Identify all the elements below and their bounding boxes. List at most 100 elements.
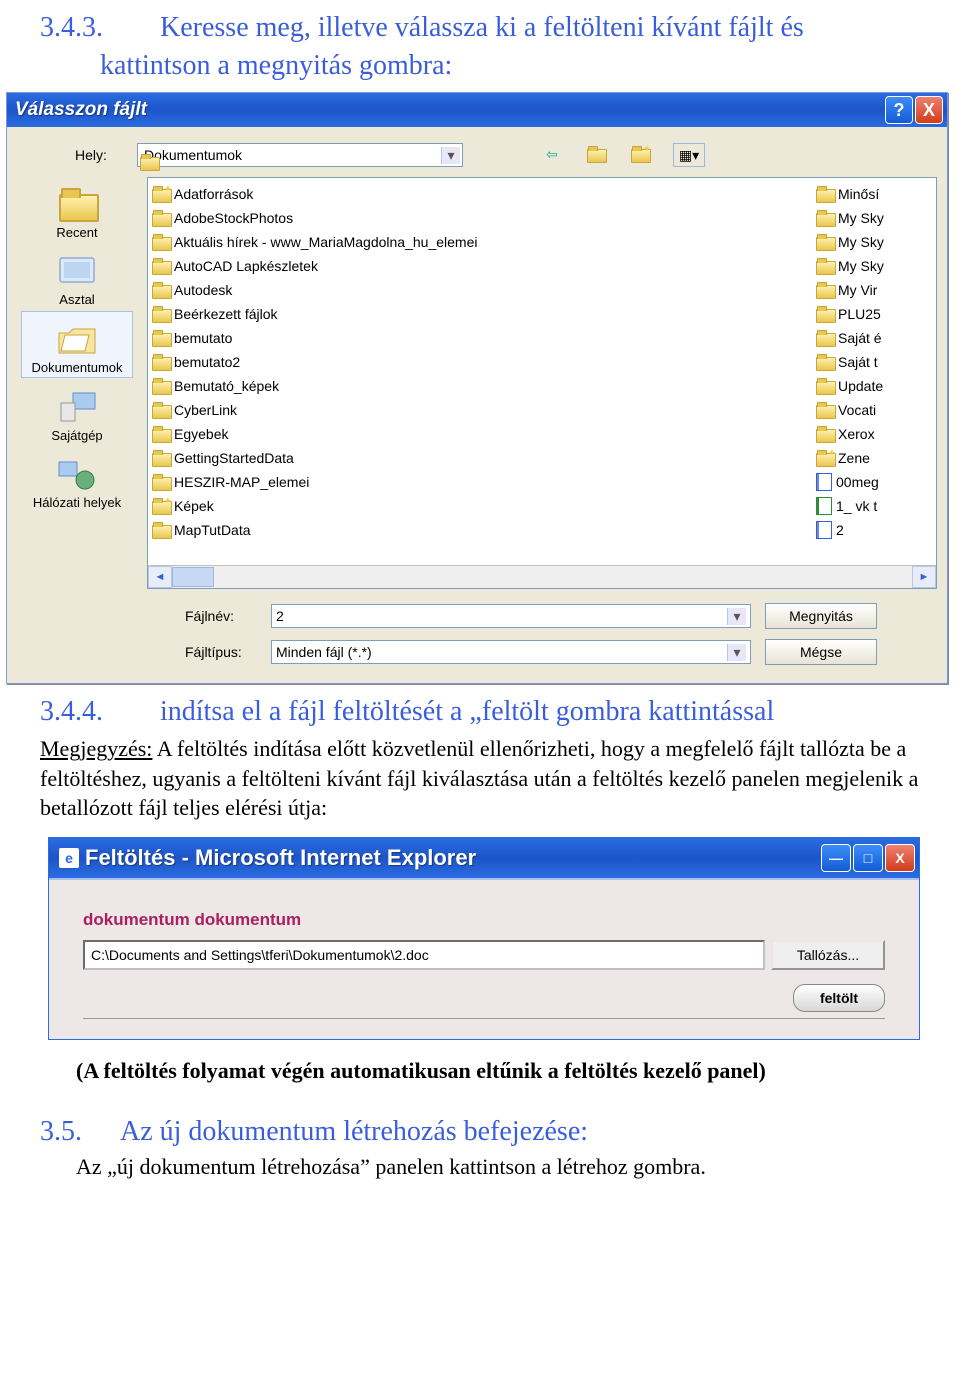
file-item[interactable]: ✦Adatforrások [150,182,810,206]
file-item[interactable]: bemutato2 [150,350,810,374]
file-name: CyberLink [174,402,237,418]
file-name: Egyebek [174,426,228,442]
file-item[interactable]: MapTutData [150,518,810,542]
new-folder-icon[interactable]: ✦ [629,143,651,165]
close-button[interactable]: X [915,96,943,124]
chevron-down-icon[interactable]: ▾ [727,644,746,661]
step-number: 3.5. [40,1116,120,1148]
folder-icon [816,379,834,393]
file-name: Bemutató_képek [174,378,279,394]
file-item[interactable]: 2 [814,518,934,542]
dialog-titlebar[interactable]: Válasszon fájlt ? X [7,93,947,127]
file-path-input[interactable]: C:\Documents and Settings\tferi\Dokument… [83,940,765,970]
place-recent[interactable]: Recent [22,177,132,242]
file-name: My Vir [838,282,877,298]
file-name: Vocati [838,402,876,418]
back-icon[interactable]: ⇦ [541,143,563,165]
file-item[interactable]: Update [814,374,934,398]
place-computer[interactable]: Sajátgép [22,380,132,445]
file-item[interactable]: Saját t [814,350,934,374]
file-name: Beérkezett fájlok [174,306,278,322]
ie-titlebar[interactable]: e Feltöltés - Microsoft Internet Explore… [49,838,919,878]
scroll-right-icon[interactable]: ► [912,566,936,588]
file-name: 2 [836,522,844,538]
folder-icon [816,355,834,369]
file-item[interactable]: My Sky [814,254,934,278]
file-name: Update [838,378,883,394]
file-item[interactable]: Bemutató_képek [150,374,810,398]
file-item[interactable]: Vocati [814,398,934,422]
up-one-level-icon[interactable] [585,143,607,165]
folder-icon [152,523,170,537]
step-3-4-4: 3.4.4. indítsa el a fájl feltöltését a „… [0,684,960,831]
folder-icon [816,427,834,441]
maximize-button[interactable]: □ [853,844,883,872]
file-item[interactable]: AutoCAD Lapkészletek [150,254,810,278]
minimize-button[interactable]: — [821,844,851,872]
help-button[interactable]: ? [885,96,913,124]
scroll-thumb[interactable] [172,567,214,587]
panel-title: dokumentum dokumentum [83,910,885,930]
upload-button[interactable]: feltölt [793,984,885,1012]
file-item[interactable]: HESZIR-MAP_elemei [150,470,810,494]
file-item[interactable]: GettingStartedData [150,446,810,470]
file-item[interactable]: ✦Zene [814,446,934,470]
file-item[interactable]: CyberLink [150,398,810,422]
file-item[interactable]: My Sky [814,230,934,254]
folder-icon [816,211,834,225]
folder-icon [816,331,834,345]
computer-icon [22,386,132,428]
file-item[interactable]: Xerox [814,422,934,446]
word-doc-icon [816,521,832,539]
file-name: GettingStartedData [174,450,294,466]
file-item[interactable]: Aktuális hírek - www_MariaMagdolna_hu_el… [150,230,810,254]
documents-icon [22,318,132,360]
file-list[interactable]: ✦AdatforrásokAdobeStockPhotos Aktuális hí… [147,177,937,589]
file-item[interactable]: Beérkezett fájlok [150,302,810,326]
file-item[interactable]: 00meg [814,470,934,494]
view-menu-icon[interactable]: ▦▾ [673,143,705,167]
scroll-track[interactable] [172,567,912,587]
after-upload-note: (A feltöltés folyamat végén automatikusa… [0,1040,960,1094]
file-item[interactable]: AdobeStockPhotos [150,206,810,230]
folder-icon [152,451,170,465]
chevron-down-icon[interactable]: ▾ [441,147,460,164]
step-text-line2: kattintson a megnyitás gombra: [100,50,920,82]
folder-icon [152,211,170,225]
ie-title: Feltöltés - Microsoft Internet Explorer [85,845,819,871]
horizontal-scrollbar[interactable]: ◄ ► [148,565,936,588]
filetype-dropdown[interactable]: Minden fájl (*.*) ▾ [271,640,751,664]
file-name: Saját é [838,330,882,346]
place-network[interactable]: Hálózati helyek [22,447,132,512]
file-item[interactable]: Egyebek [150,422,810,446]
scroll-left-icon[interactable]: ◄ [148,566,172,588]
browse-button[interactable]: Tallózás... [771,940,885,970]
folder-icon [816,235,834,249]
filename-input[interactable]: 2 ▾ [271,604,751,628]
filename-label: Fájlnév: [185,608,257,624]
folder-icon: ✦ [152,499,170,513]
look-in-dropdown[interactable]: Dokumentumok ▾ [137,143,463,167]
file-name: HESZIR-MAP_elemei [174,474,309,490]
chevron-down-icon[interactable]: ▾ [727,608,746,625]
file-item[interactable]: Saját é [814,326,934,350]
file-item[interactable]: Minősí [814,182,934,206]
step-3-5-sub: Az „új dokumentum létrehozása” panelen k… [76,1152,920,1182]
file-name: Aktuális hírek - www_MariaMagdolna_hu_el… [174,234,477,250]
file-item[interactable]: ✦Képek [150,494,810,518]
file-name: Zene [838,450,870,466]
file-name: Xerox [838,426,875,442]
file-item[interactable]: My Vir [814,278,934,302]
file-item[interactable]: bemutato [150,326,810,350]
place-desktop[interactable]: Asztal [22,244,132,309]
file-item[interactable]: Autodesk [150,278,810,302]
place-documents[interactable]: Dokumentumok [21,311,133,378]
close-button[interactable]: X [885,844,915,872]
file-item[interactable]: PLU25 [814,302,934,326]
open-button[interactable]: Megnyitás [765,603,877,629]
file-item[interactable]: 1_ vk t [814,494,934,518]
cancel-button[interactable]: Mégse [765,639,877,665]
file-item[interactable]: My Sky [814,206,934,230]
places-bar: Recent Asztal Dokumentumok [17,177,137,589]
word-doc-icon [816,473,832,491]
